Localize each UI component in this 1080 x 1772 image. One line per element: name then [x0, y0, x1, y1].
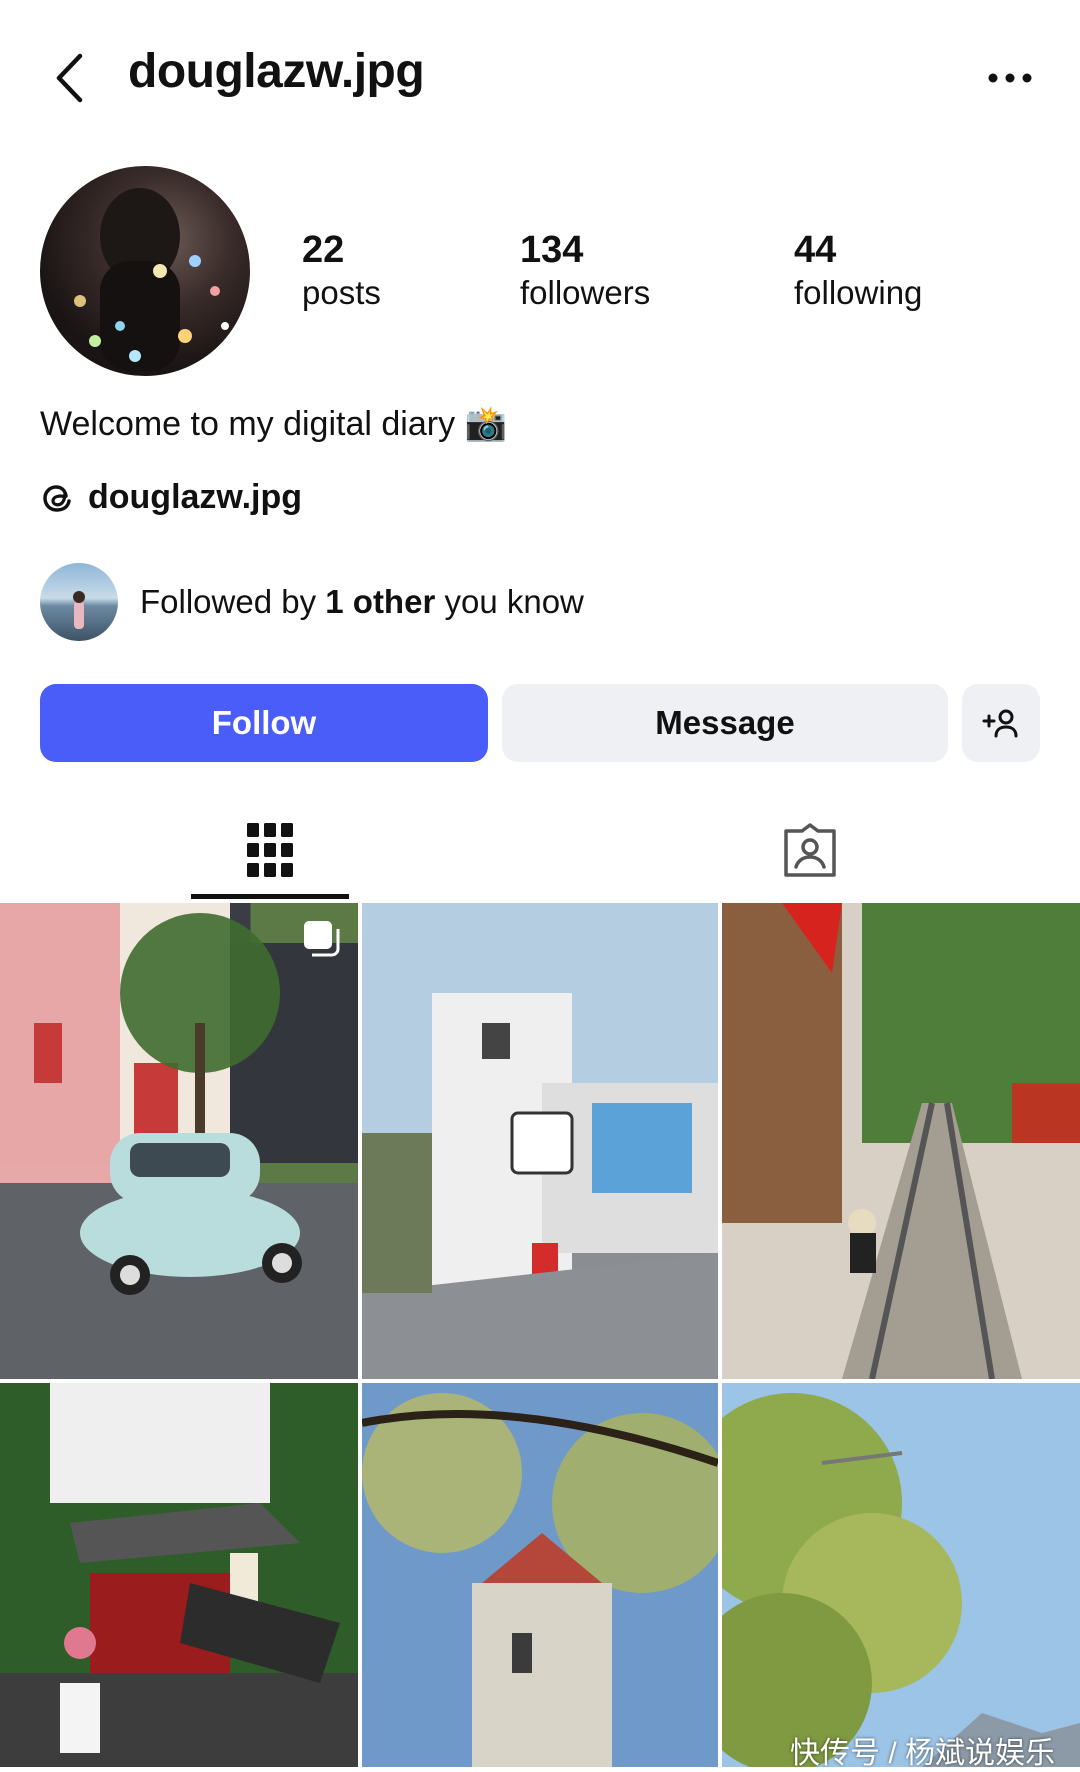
- chevron-left-icon: [56, 53, 83, 103]
- threads-link[interactable]: douglazw.jpg: [40, 478, 302, 517]
- more-options-button[interactable]: [980, 58, 1040, 98]
- post-tile[interactable]: [0, 903, 358, 1379]
- tab-posts-grid[interactable]: [0, 800, 540, 900]
- avatar-photo: [74, 188, 229, 371]
- watermark-text: 快传号 / 杨斌说娱乐: [790, 1737, 1056, 1770]
- followed-by-text: Followed by 1 other you know: [140, 583, 584, 620]
- page-title: douglazw.jpg: [128, 45, 425, 98]
- following-count: 44: [794, 229, 837, 271]
- tagged-icon: [784, 823, 836, 877]
- grid-icon: [247, 823, 293, 877]
- post-tile[interactable]: [0, 1383, 358, 1767]
- stat-followers[interactable]: 134 followers: [520, 228, 650, 314]
- active-tab-indicator: [191, 894, 349, 899]
- suggested-users-button[interactable]: [962, 684, 1040, 762]
- post-tile[interactable]: [362, 903, 718, 1379]
- following-label: following: [794, 274, 923, 311]
- post-photo-train-street: [722, 903, 1080, 1379]
- stat-following[interactable]: 44 following: [794, 228, 922, 314]
- post-tile[interactable]: [722, 903, 1080, 1379]
- add-user-icon: [982, 709, 1018, 738]
- followers-label: followers: [520, 274, 651, 311]
- followed-by-row[interactable]: Followed by 1 other you know: [40, 563, 584, 641]
- posts-label: posts: [302, 274, 381, 311]
- post-tile[interactable]: [362, 1383, 718, 1767]
- more-horizontal-icon: [988, 73, 1032, 83]
- follow-button[interactable]: Follow: [40, 684, 488, 762]
- bio-text: Welcome to my digital diary 📸: [40, 405, 507, 443]
- posts-count: 22: [302, 229, 345, 271]
- tab-tagged[interactable]: [540, 800, 1080, 900]
- followers-count: 134: [520, 229, 584, 271]
- post-photo-japanese-house: [0, 1383, 358, 1767]
- back-button[interactable]: [44, 48, 94, 108]
- message-button[interactable]: Message: [502, 684, 948, 762]
- post-photo-vintage-car: [0, 903, 358, 1379]
- post-tile[interactable]: [722, 1383, 1080, 1767]
- stat-posts[interactable]: 22 posts: [302, 228, 381, 314]
- threads-handle: douglazw.jpg: [88, 478, 303, 516]
- multi-photo-icon: [304, 921, 340, 957]
- avatar[interactable]: [40, 166, 250, 376]
- post-photo-tower-blossoms: [362, 1383, 718, 1767]
- threads-icon: [43, 484, 71, 512]
- post-photo-flowering-tree: [722, 1383, 1080, 1767]
- post-photo-street-corner: [362, 903, 718, 1379]
- mutual-follower-avatar: [40, 563, 118, 641]
